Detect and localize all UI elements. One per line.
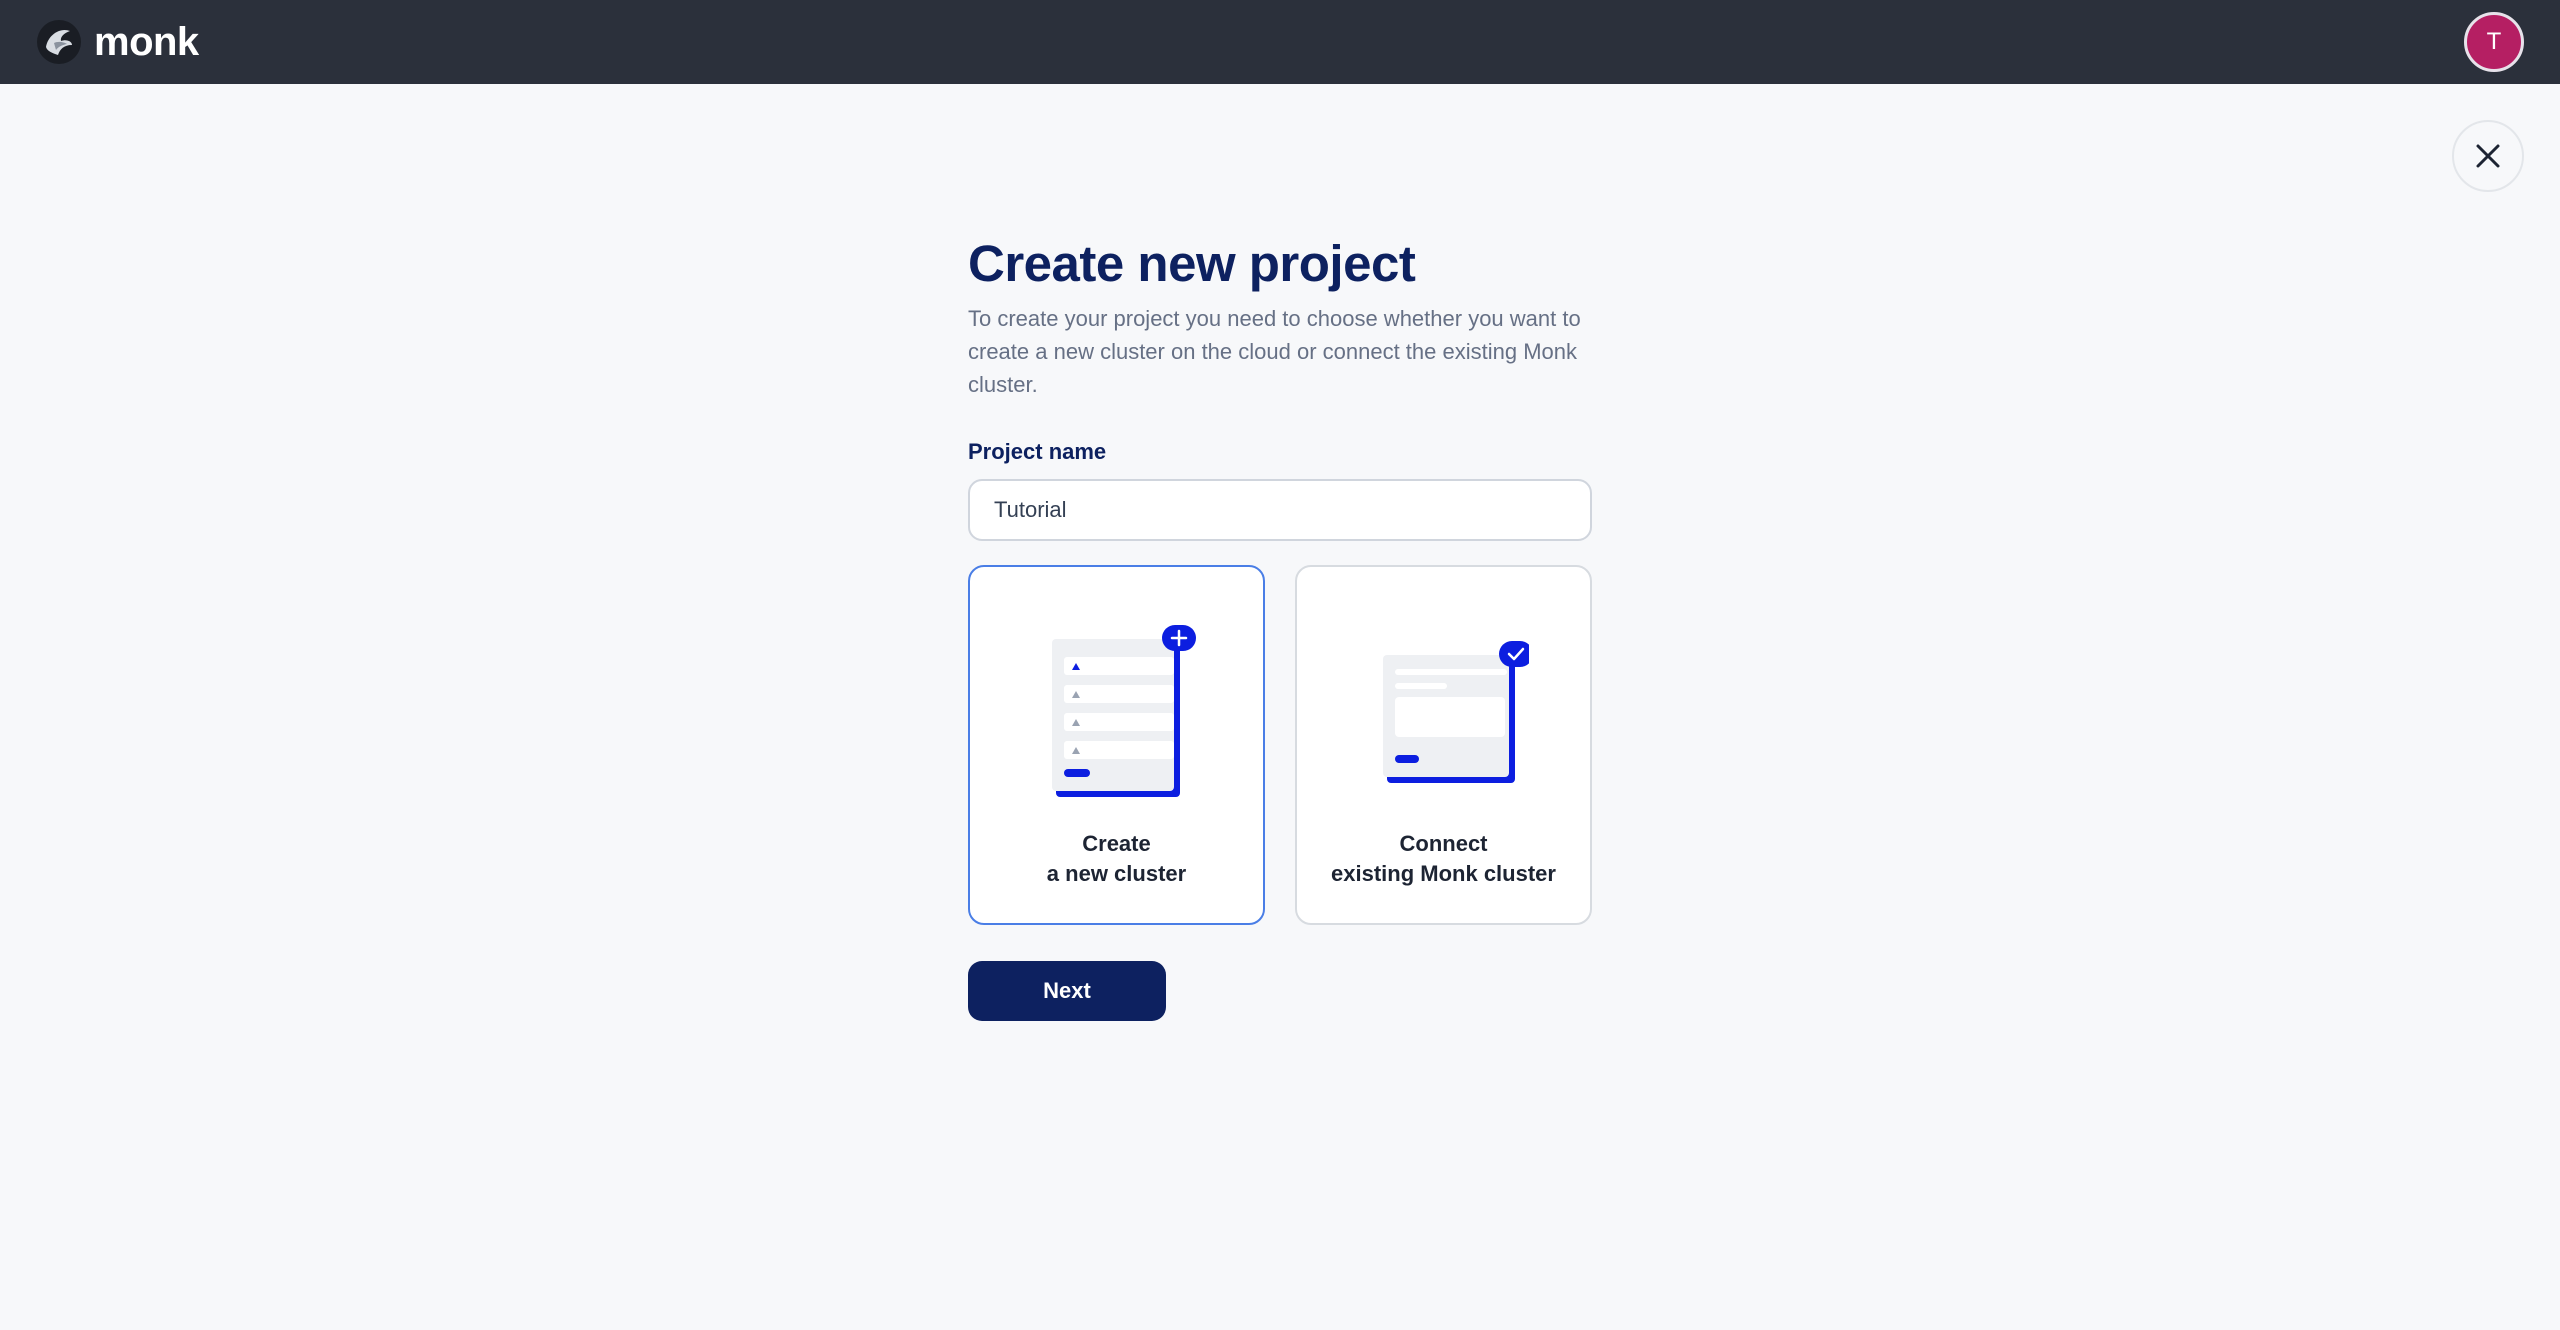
create-cluster-option[interactable]: Create a new cluster [968,565,1265,925]
create-cluster-label-line1: Create [1082,831,1151,856]
page-description: To create your project you need to choos… [968,306,1581,397]
create-project-form: Create new project To create your projec… [968,228,1592,1021]
connect-cluster-illustration [1297,623,1590,803]
connect-cluster-label-line1: Connect [1399,831,1488,856]
create-cluster-illustration [970,623,1263,803]
avatar-initial: T [2486,28,2502,55]
create-cluster-label-line2: a new cluster [1046,861,1187,886]
brand[interactable]: monk [34,16,199,68]
project-name-input[interactable] [968,479,1592,541]
next-button[interactable]: Next [968,961,1166,1021]
monk-logo-icon [37,20,81,64]
user-avatar[interactable]: T [2464,12,2524,72]
connect-cluster-label-line2: existing Monk cluster [1331,861,1556,886]
cluster-options: Create a new cluster Connect existing Mo… [968,565,1592,925]
close-button[interactable] [2452,120,2524,192]
top-bar: monk T [0,0,2560,84]
connect-cluster-option[interactable]: Connect existing Monk cluster [1295,565,1592,925]
page-title: Create new project [968,235,1416,292]
connect-cluster-label: Connect existing Monk cluster [1297,829,1590,889]
connect-cluster-icon [1382,641,1529,783]
close-icon [2476,144,2500,168]
create-cluster-icon [1051,625,1196,797]
brand-name: monk [94,19,199,64]
create-cluster-label: Create a new cluster [970,829,1263,889]
project-name-label: Project name [968,439,1107,464]
